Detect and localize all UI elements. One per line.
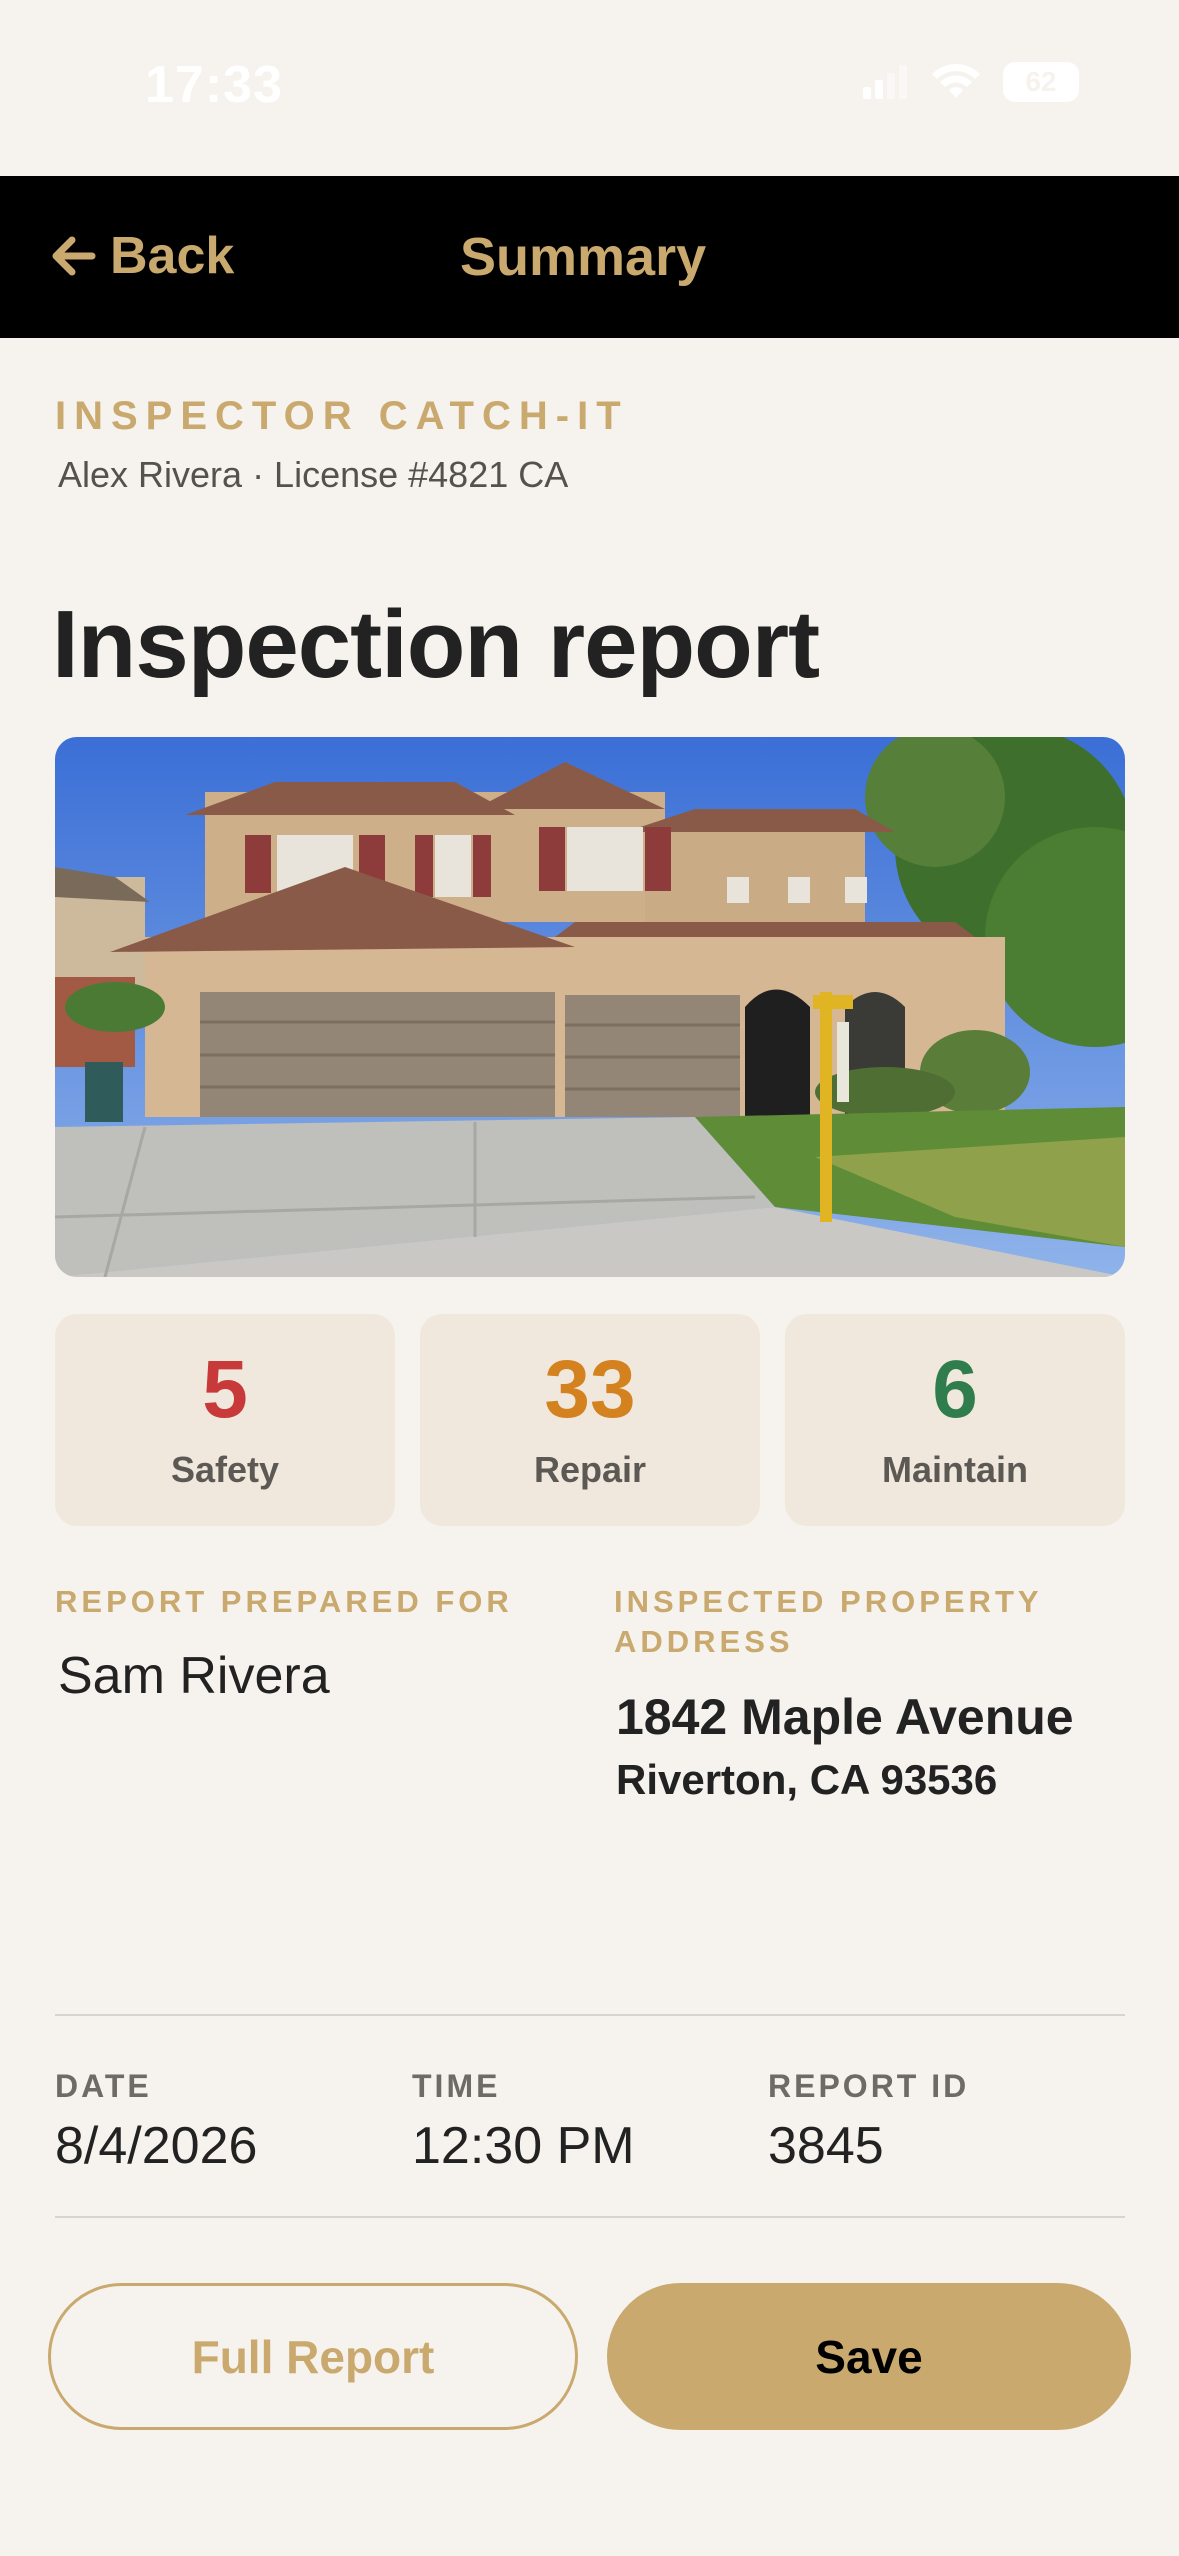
signal-icon xyxy=(863,65,907,99)
finding-counts: 5 Safety 33 Repair 6 Maintain xyxy=(55,1314,1125,1526)
save-button[interactable]: Save xyxy=(607,2283,1131,2430)
repair-count: 33 xyxy=(544,1344,636,1435)
back-button[interactable]: Back xyxy=(52,226,234,286)
date-label: DATE xyxy=(55,2068,152,2104)
page-title: Inspection report xyxy=(52,591,820,698)
safety-count: 5 xyxy=(202,1344,248,1435)
maintain-count-card[interactable]: 6 Maintain xyxy=(785,1314,1125,1526)
report-id-label: REPORT ID xyxy=(768,2068,970,2104)
maintain-count: 6 xyxy=(932,1344,978,1435)
report-id-value: 3845 xyxy=(768,2117,884,2175)
date-value: 8/4/2026 xyxy=(55,2117,258,2175)
status-icons: 62 xyxy=(863,62,1079,102)
property-photo xyxy=(55,737,1125,1277)
time-value: 12:30 PM xyxy=(412,2117,635,2175)
full-report-button[interactable]: Full Report xyxy=(48,2283,578,2430)
company-name: INSPECTOR CATCH-IT xyxy=(55,394,629,438)
divider-bottom xyxy=(55,2216,1125,2218)
maintain-label: Maintain xyxy=(881,1449,1028,1490)
battery-level: 62 xyxy=(1025,66,1057,97)
property-address-label: INSPECTED PROPERTY ADDRESS xyxy=(614,1584,1043,1659)
safety-count-card[interactable]: 5 Safety xyxy=(55,1314,395,1526)
time-label: TIME xyxy=(412,2068,501,2104)
address-line-1: 1842 Maple Avenue xyxy=(616,1689,1074,1745)
address-line-2: Riverton, CA 93536 xyxy=(616,1756,998,1803)
divider-top xyxy=(55,2014,1125,2016)
nav-title: Summary xyxy=(460,227,707,287)
status-time: 17:33 xyxy=(145,56,283,114)
safety-label: Safety xyxy=(170,1449,280,1490)
status-bar: 17:33 62 xyxy=(0,0,1179,176)
repair-count-card[interactable]: 33 Repair xyxy=(420,1314,760,1526)
inspector-info: Alex Rivera · License #4821 CA xyxy=(58,454,569,495)
nav-bar: Back Summary xyxy=(0,176,1179,338)
wifi-icon xyxy=(932,64,980,98)
arrow-left-icon xyxy=(52,236,96,276)
prepared-for-label: REPORT PREPARED FOR xyxy=(55,1584,513,1619)
repair-label: Repair xyxy=(533,1449,647,1490)
battery-icon: 62 xyxy=(1003,62,1079,102)
client-name: Sam Rivera xyxy=(58,1647,330,1705)
back-label: Back xyxy=(110,227,235,285)
